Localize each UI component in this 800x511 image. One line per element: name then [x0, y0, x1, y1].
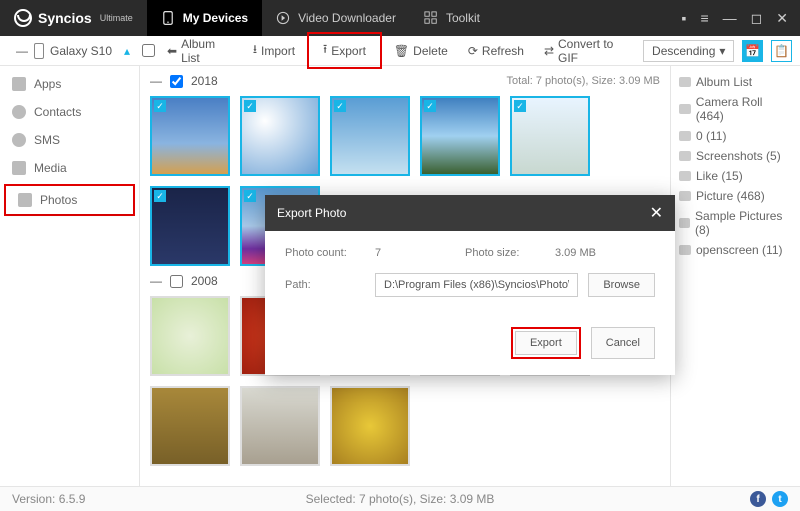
sms-icon [12, 133, 26, 147]
export-photo-dialog: Export Photo ✕ Photo count: 7 Photo size… [265, 195, 675, 375]
folder-icon [679, 131, 691, 141]
export-button[interactable]: ⭱Export [315, 36, 374, 65]
syncios-icon [14, 9, 32, 27]
path-label: Path: [285, 279, 365, 291]
tab-label: Video Downloader [298, 11, 396, 25]
device-name: Galaxy S10 [50, 44, 112, 58]
photo-size-label: Photo size: [465, 247, 545, 259]
album-list-title: Album List [679, 72, 792, 92]
photo-count-value: 7 [375, 247, 455, 259]
app-name: Syncios [38, 10, 92, 26]
nav-apps[interactable]: Apps [0, 70, 139, 98]
import-button[interactable]: ⭳Import [245, 36, 303, 65]
selection-status: Selected: 7 photo(s), Size: 3.09 MB [306, 492, 495, 506]
folder-icon [679, 245, 691, 255]
twitter-icon[interactable]: t [772, 491, 788, 507]
dialog-cancel-button[interactable]: Cancel [591, 327, 655, 359]
grid-icon [424, 11, 438, 25]
folder-icon [679, 171, 691, 181]
dialog-header: Export Photo ✕ [265, 195, 675, 231]
device-icon [34, 43, 44, 59]
dialog-close-icon[interactable]: ✕ [650, 203, 663, 223]
contacts-icon [12, 105, 26, 119]
play-icon [276, 11, 290, 25]
title-bar: Syncios Ultimate My Devices Video Downlo… [0, 0, 800, 36]
window-controls: ▪ ≡ — ◻ ✕ [682, 10, 800, 27]
apps-icon [12, 77, 26, 91]
photo-size-value: 3.09 MB [555, 247, 596, 259]
tab-label: My Devices [183, 11, 248, 25]
status-bar: Version: 6.5.9 Selected: 7 photo(s), Siz… [0, 486, 800, 511]
maximize-icon[interactable]: ◻ [751, 10, 763, 27]
album-list-button[interactable]: ⬅Album List [159, 33, 241, 69]
photo-thumb[interactable]: ✓ [150, 186, 230, 266]
browse-button[interactable]: Browse [588, 273, 655, 297]
tab-toolkit[interactable]: Toolkit [410, 0, 494, 36]
nav-sms[interactable]: SMS [0, 126, 139, 154]
album-item[interactable]: Picture (468) [679, 186, 792, 206]
album-item[interactable]: Screenshots (5) [679, 146, 792, 166]
photo-thumb[interactable]: ✓ [330, 96, 410, 176]
photos-icon [18, 193, 32, 207]
photo-count-label: Photo count: [285, 247, 365, 259]
photo-thumb[interactable] [330, 386, 410, 466]
dialog-export-button[interactable]: Export [515, 331, 577, 355]
year-checkbox[interactable] [170, 275, 183, 288]
toolbar: — Galaxy S10 ▴ ⬅Album List ⭳Import ⭱Expo… [0, 36, 800, 66]
dialog-title: Export Photo [277, 206, 346, 220]
year-2018-header[interactable]: —2018 Total: 7 photo(s), Size: 3.09 MB [150, 72, 660, 90]
refresh-button[interactable]: ⟳Refresh [460, 40, 532, 62]
app-logo: Syncios Ultimate [0, 9, 147, 27]
year-checkbox[interactable] [170, 75, 183, 88]
photo-thumb[interactable]: ✓ [420, 96, 500, 176]
minimize-icon[interactable]: — [723, 10, 737, 27]
device-selector[interactable]: — Galaxy S10 ▴ [8, 43, 138, 59]
nav-contacts[interactable]: Contacts [0, 98, 139, 126]
folder-icon [679, 218, 690, 228]
album-item[interactable]: openscreen (11) [679, 240, 792, 260]
facebook-icon[interactable]: f [750, 491, 766, 507]
tab-video-downloader[interactable]: Video Downloader [262, 0, 410, 36]
left-sidebar: Apps Contacts SMS Media Photos [0, 66, 140, 486]
app-edition: Ultimate [100, 13, 133, 23]
year-status: Total: 7 photo(s), Size: 3.09 MB [507, 75, 660, 87]
tab-my-devices[interactable]: My Devices [147, 0, 262, 36]
sort-dropdown[interactable]: Descending▾ [643, 40, 734, 62]
path-input[interactable] [375, 273, 578, 297]
photo-thumb[interactable] [150, 296, 230, 376]
photo-thumb[interactable] [150, 386, 230, 466]
view-date-button[interactable]: 📅 [742, 40, 763, 62]
tab-label: Toolkit [446, 11, 480, 25]
version-label: Version: 6.5.9 [12, 492, 85, 506]
nav-photos[interactable]: Photos [6, 186, 133, 214]
nav-media[interactable]: Media [0, 154, 139, 182]
view-grid-button[interactable]: 📋 [771, 40, 792, 62]
photo-thumb[interactable]: ✓ [150, 96, 230, 176]
album-item[interactable]: 0 (11) [679, 126, 792, 146]
folder-icon [679, 191, 691, 201]
menu-icon[interactable]: ≡ [700, 10, 708, 27]
media-icon [12, 161, 26, 175]
photo-thumb[interactable]: ✓ [510, 96, 590, 176]
photo-thumb[interactable] [240, 386, 320, 466]
phone-icon [161, 11, 175, 25]
convert-gif-button[interactable]: ⇄Convert to GIF [536, 33, 639, 69]
album-item[interactable]: Sample Pictures (8) [679, 206, 792, 240]
folder-icon [679, 151, 691, 161]
photo-thumb[interactable]: ✓ [240, 96, 320, 176]
camera-icon [679, 104, 691, 114]
message-icon[interactable]: ▪ [682, 10, 687, 27]
album-panel: Album List Camera Roll (464) 0 (11) Scre… [670, 66, 800, 486]
close-icon[interactable]: ✕ [776, 10, 788, 27]
album-item[interactable]: Like (15) [679, 166, 792, 186]
select-all-checkbox[interactable] [142, 44, 155, 57]
album-item[interactable]: Camera Roll (464) [679, 92, 792, 126]
delete-button[interactable]: 🗑Delete [386, 40, 456, 62]
